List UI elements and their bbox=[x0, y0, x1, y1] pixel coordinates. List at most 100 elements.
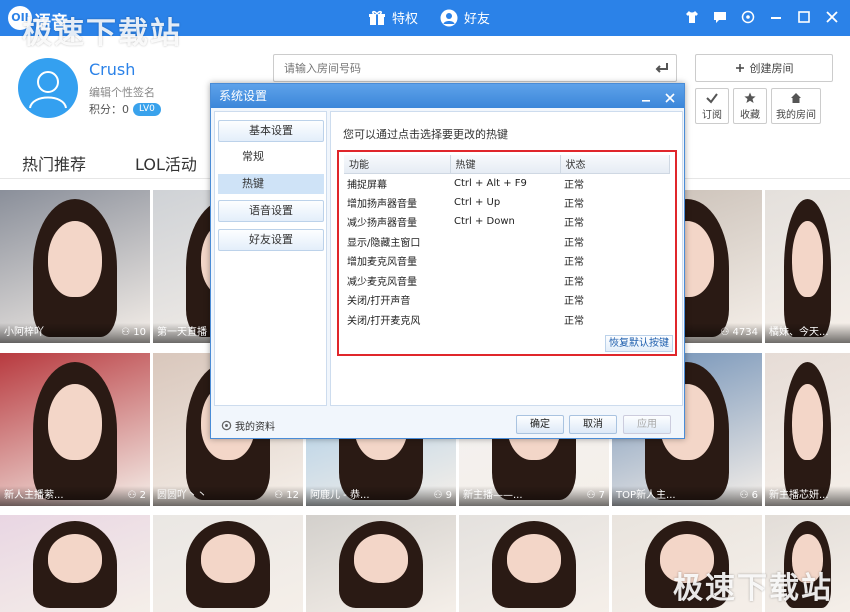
cell-function: 显示/隐藏主窗口 bbox=[347, 237, 421, 249]
dialog-footer: 我的资料 确定 取消 应用 bbox=[211, 410, 684, 438]
level-badge: LV0 bbox=[133, 102, 161, 116]
column-status[interactable]: 状态 bbox=[560, 155, 670, 174]
table-header-row: 功能 热键 状态 bbox=[344, 155, 670, 174]
streamer-face bbox=[201, 534, 255, 583]
tab-hot[interactable]: 热门推荐 bbox=[22, 151, 86, 175]
create-room-button[interactable]: 创建房间 bbox=[695, 54, 833, 82]
viewer-icon: ⚇ bbox=[586, 490, 599, 501]
close-button[interactable] bbox=[824, 9, 840, 25]
tab-lol[interactable]: LOL活动 bbox=[135, 151, 197, 175]
cell-status: 正常 bbox=[564, 315, 584, 327]
room-tile[interactable] bbox=[0, 515, 150, 612]
cell-status: 正常 bbox=[564, 218, 584, 230]
room-tile[interactable] bbox=[153, 515, 303, 612]
room-tile[interactable]: 橘妹、今天... bbox=[765, 190, 850, 343]
window-controls bbox=[684, 9, 840, 25]
tile-caption: 橘妹、今天... bbox=[765, 323, 850, 343]
table-row[interactable]: 减少扬声器音量 Ctrl + Down 正常 bbox=[344, 212, 670, 232]
streamer-name: 阿鹿儿 - 恭... bbox=[310, 490, 370, 501]
sidebar-friend-settings[interactable]: 好友设置 bbox=[218, 229, 324, 251]
dialog-close-button[interactable] bbox=[664, 88, 678, 103]
star-icon bbox=[744, 92, 756, 103]
cell-hotkey bbox=[450, 251, 560, 271]
viewer-count-number: 7 bbox=[598, 490, 605, 501]
username[interactable]: Crush bbox=[89, 60, 135, 79]
my-room-button[interactable]: 我的房间 bbox=[771, 88, 821, 124]
streamer-name: TOP新人主... bbox=[616, 490, 676, 501]
streamer-face bbox=[792, 220, 823, 298]
subscribe-button[interactable]: 订阅 bbox=[695, 88, 729, 124]
default-avatar-icon bbox=[29, 71, 67, 109]
minimize-button[interactable] bbox=[768, 9, 784, 25]
room-tile[interactable] bbox=[306, 515, 456, 612]
user-friend-icon bbox=[440, 9, 458, 26]
settings-button[interactable] bbox=[740, 9, 756, 25]
sidebar-voice-settings[interactable]: 语音设置 bbox=[218, 200, 324, 222]
viewer-count-number: 10 bbox=[133, 327, 146, 338]
dialog-minimize-button[interactable] bbox=[640, 88, 654, 102]
room-tile[interactable] bbox=[459, 515, 609, 612]
restore-defaults-button[interactable]: 恢复默认按键 bbox=[605, 335, 673, 352]
streamer-face bbox=[48, 534, 102, 583]
avatar[interactable] bbox=[18, 58, 78, 118]
close-icon bbox=[826, 11, 838, 23]
favorite-button[interactable]: 收藏 bbox=[733, 88, 767, 124]
viewer-count: ⚇ 7 bbox=[586, 486, 605, 506]
cell-function: 增加扬声器音量 bbox=[347, 198, 417, 210]
apply-button[interactable]: 应用 bbox=[623, 415, 671, 434]
message-button[interactable] bbox=[712, 9, 728, 25]
signature-edit[interactable]: 编辑个性签名 bbox=[89, 84, 155, 100]
ok-button[interactable]: 确定 bbox=[516, 415, 564, 434]
my-info-link[interactable]: 我的资料 bbox=[221, 418, 275, 433]
maximize-button[interactable] bbox=[796, 9, 812, 25]
column-function[interactable]: 功能 bbox=[344, 155, 451, 174]
room-tile[interactable]: 小阿梓吖 ⚇ 10 bbox=[0, 190, 150, 343]
table-row[interactable]: 增加麦克风音量 正常 bbox=[344, 251, 670, 271]
gear-icon bbox=[221, 420, 232, 431]
room-tile[interactable]: 新主播芯妍... bbox=[765, 353, 850, 506]
cell-function: 关闭/打开声音 bbox=[347, 296, 411, 308]
streamer-name: 新人主播萦... bbox=[4, 490, 64, 501]
tile-caption: 小阿梓吖 ⚇ 10 bbox=[0, 323, 150, 343]
maximize-icon bbox=[798, 11, 810, 23]
table-row[interactable]: 关闭/打开声音 正常 bbox=[344, 290, 670, 310]
chat-bubble-icon bbox=[714, 12, 726, 23]
table-row[interactable]: 增加扬声器音量 Ctrl + Up 正常 bbox=[344, 193, 670, 213]
viewer-icon: ⚇ bbox=[739, 490, 752, 501]
viewer-count-number: 12 bbox=[286, 490, 299, 501]
room-number-input[interactable] bbox=[274, 55, 634, 81]
enter-icon[interactable] bbox=[654, 60, 670, 76]
viewer-count-number: 9 bbox=[445, 490, 452, 501]
plus-icon bbox=[735, 64, 744, 72]
dialog-controls bbox=[640, 88, 678, 103]
streamer-name: 小阿梓吖 bbox=[4, 327, 44, 338]
tile-caption: 圆圆吖丶丶 ⚇ 12 bbox=[153, 486, 303, 506]
nav-privilege-label: 特权 bbox=[392, 12, 419, 27]
sidebar-basic-settings[interactable]: 基本设置 bbox=[218, 120, 324, 142]
table-row[interactable]: 关闭/打开麦克风 正常 bbox=[344, 310, 670, 330]
viewer-count-number: 2 bbox=[139, 490, 146, 501]
column-hotkey[interactable]: 热键 bbox=[450, 155, 561, 174]
streamer-face bbox=[792, 383, 823, 461]
check-icon bbox=[706, 92, 718, 104]
table-row[interactable]: 显示/隐藏主窗口 正常 bbox=[344, 232, 670, 252]
nav-privilege[interactable]: 特权 bbox=[368, 8, 418, 27]
sidebar-item-general[interactable]: 常规 bbox=[218, 147, 324, 167]
cancel-button[interactable]: 取消 bbox=[569, 415, 617, 434]
table-row[interactable]: 减少麦克风音量 正常 bbox=[344, 271, 670, 291]
viewer-icon: ⚇ bbox=[720, 327, 733, 338]
table-row[interactable]: 捕捉屏幕 Ctrl + Alt + F9 正常 bbox=[344, 173, 670, 193]
sidebar-item-hotkeys[interactable]: 热键 bbox=[218, 174, 324, 194]
dialog-title-bar: 系统设置 bbox=[211, 84, 684, 108]
viewer-count: ⚇ 9 bbox=[433, 486, 452, 506]
create-room-label: 创建房间 bbox=[749, 62, 794, 75]
nav-friends[interactable]: 好友 bbox=[440, 8, 490, 27]
home-icon bbox=[791, 92, 801, 103]
cell-status: 正常 bbox=[564, 237, 584, 249]
streamer-face bbox=[507, 534, 561, 583]
cell-status: 正常 bbox=[564, 276, 584, 288]
room-tile[interactable]: 新人主播萦... ⚇ 2 bbox=[0, 353, 150, 506]
viewer-count: ⚇ 10 bbox=[121, 323, 146, 343]
gift-icon bbox=[369, 10, 385, 25]
skin-button[interactable] bbox=[684, 9, 700, 25]
